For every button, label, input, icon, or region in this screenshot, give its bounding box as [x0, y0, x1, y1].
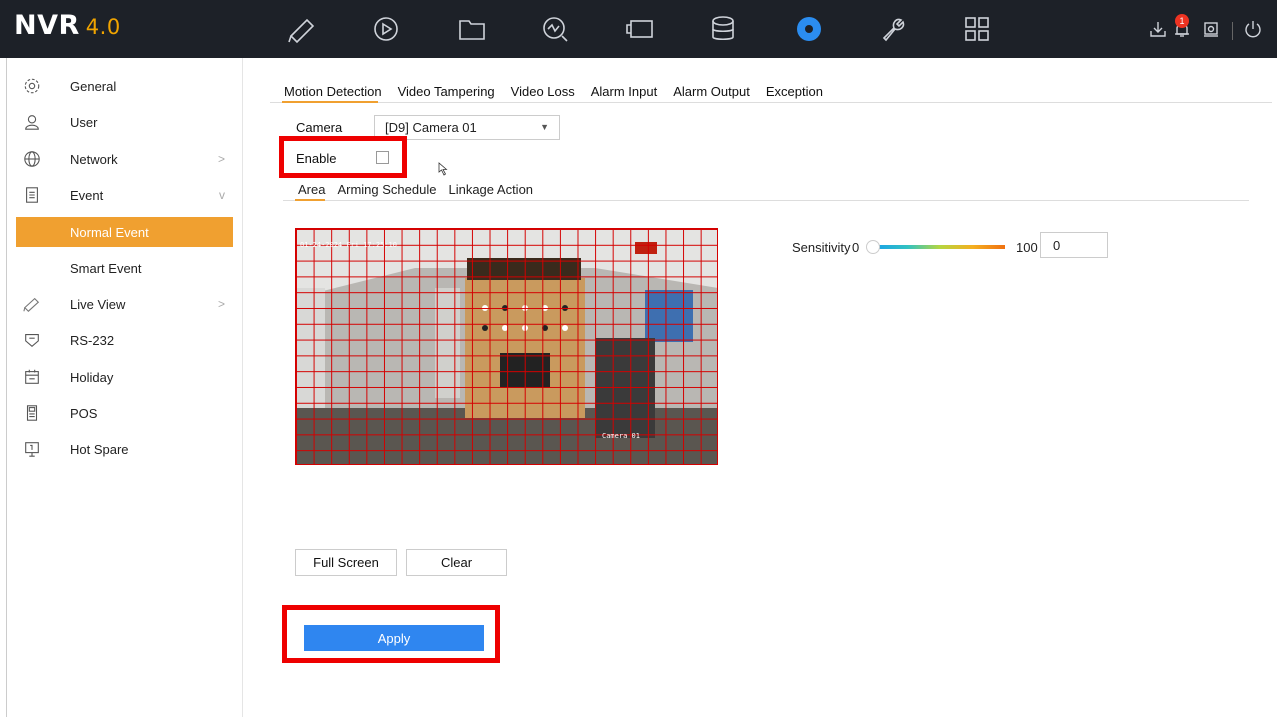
- lock-icon[interactable]: [1201, 19, 1223, 41]
- file-management-icon[interactable]: [455, 14, 489, 44]
- chevron-right-icon: >: [217, 152, 225, 166]
- maintenance-icon[interactable]: [876, 14, 910, 44]
- apps-grid-icon[interactable]: [960, 14, 994, 44]
- mouse-cursor-icon: [438, 162, 448, 176]
- configuration-icon[interactable]: [792, 14, 826, 44]
- video-camera-name: Camera 01: [602, 432, 640, 440]
- chevron-right-icon: >: [217, 297, 225, 311]
- active-tab-indicator: [282, 101, 378, 103]
- topbar-divider: [1232, 22, 1233, 40]
- smart-analysis-icon[interactable]: [538, 14, 572, 44]
- apply-highlight: [282, 605, 500, 663]
- sidebar-item-normal-event[interactable]: Normal Event: [16, 217, 233, 247]
- globe-icon: [22, 149, 42, 169]
- active-subtab-indicator: [295, 199, 325, 201]
- tab-alarm-output[interactable]: Alarm Output: [673, 84, 750, 104]
- user-icon: [22, 112, 42, 132]
- sidebar-item-pos[interactable]: POS: [16, 398, 233, 428]
- pos-icon: [22, 403, 42, 423]
- sidebar-item-user[interactable]: User: [16, 107, 233, 137]
- sidebar-item-rs232[interactable]: RS-232: [16, 325, 233, 355]
- tab-video-loss[interactable]: Video Loss: [511, 84, 575, 104]
- hot-spare-icon: [22, 439, 42, 459]
- clear-button[interactable]: Clear: [406, 549, 507, 576]
- dropdown-arrow-icon: ▼: [540, 122, 549, 132]
- serial-port-icon: [22, 330, 42, 350]
- download-icon[interactable]: [1148, 19, 1170, 41]
- sensitivity-slider-handle[interactable]: [866, 240, 880, 254]
- chevron-down-icon: v: [219, 188, 225, 202]
- camera-icon[interactable]: [623, 14, 657, 44]
- sensitivity-input[interactable]: 0: [1040, 232, 1108, 258]
- camera-icon: [22, 294, 42, 314]
- video-timestamp: 01-24-2024 Fri 17:25:10: [300, 241, 397, 249]
- gear-outline-icon: [22, 76, 42, 96]
- top-bar: NVR 4.0 1: [0, 0, 1277, 58]
- camera-preview[interactable]: 01-24-2024 Fri 17:25:10 Camera 01: [295, 228, 718, 465]
- enable-highlight: [279, 136, 407, 178]
- tab-video-tampering[interactable]: Video Tampering: [398, 84, 495, 104]
- sensitivity-label: Sensitivity: [792, 240, 851, 255]
- sensitivity-max: 100: [1016, 240, 1038, 255]
- app-logo: NVR 4.0: [14, 10, 121, 41]
- sidebar-item-holiday[interactable]: Holiday: [16, 362, 233, 392]
- full-screen-button[interactable]: Full Screen: [295, 549, 397, 576]
- notification-badge: 1: [1175, 14, 1189, 28]
- storage-icon[interactable]: [706, 14, 740, 44]
- sidebar-item-network[interactable]: Network >: [16, 144, 233, 174]
- sidebar-item-smart-event[interactable]: Smart Event: [16, 253, 233, 283]
- subtab-arming-schedule[interactable]: Arming Schedule: [337, 182, 436, 197]
- sensitivity-min: 0: [852, 240, 860, 255]
- tab-exception[interactable]: Exception: [766, 84, 823, 104]
- subtabs: Area Arming Schedule Linkage Action: [298, 182, 545, 197]
- sidebar-item-hot-spare[interactable]: Hot Spare: [16, 434, 233, 464]
- sidebar-item-event[interactable]: Event v: [16, 180, 233, 210]
- tab-alarm-input[interactable]: Alarm Input: [591, 84, 657, 104]
- playback-icon[interactable]: [369, 14, 403, 44]
- motion-detection-grid[interactable]: [295, 228, 718, 465]
- sidebar-item-general[interactable]: General: [16, 71, 233, 101]
- camera-label: Camera: [296, 120, 343, 135]
- subtab-linkage-action[interactable]: Linkage Action: [448, 182, 533, 197]
- calendar-icon: [22, 367, 42, 387]
- sensitivity-slider[interactable]: [875, 245, 1005, 249]
- power-icon[interactable]: [1243, 19, 1265, 41]
- clipboard-icon: [22, 185, 42, 205]
- live-view-icon[interactable]: [285, 14, 319, 44]
- sidebar-item-live-view[interactable]: Live View >: [16, 289, 233, 319]
- subtab-area[interactable]: Area: [298, 182, 325, 197]
